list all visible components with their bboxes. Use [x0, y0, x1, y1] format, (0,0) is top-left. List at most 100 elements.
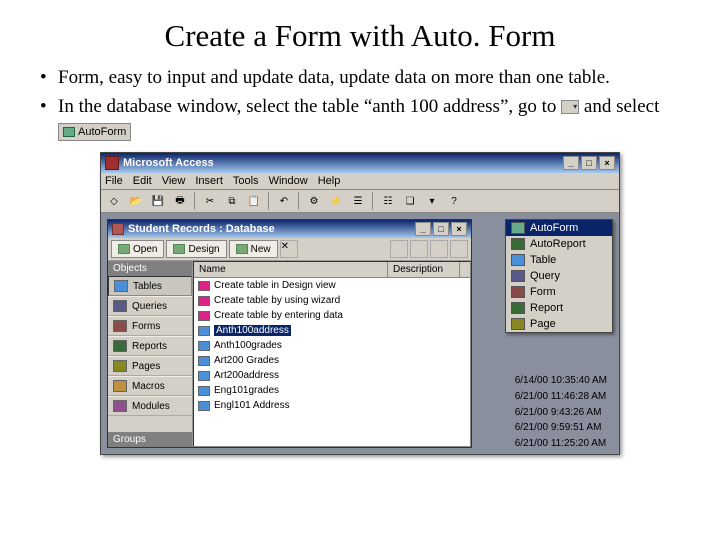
col-name[interactable]: Name [194, 262, 388, 277]
table-row[interactable]: Engl101 Address [194, 398, 470, 413]
table-row[interactable]: Create table in Design view [194, 278, 470, 293]
row-label: Create table by entering data [214, 310, 343, 321]
row-label: Art200 Grades [214, 355, 279, 366]
db-maximize-button[interactable]: □ [433, 222, 449, 236]
dropdown-label: Table [530, 254, 556, 266]
autoform-inline-button: AutoForm [58, 123, 131, 141]
dropdown-item-report[interactable]: Report [506, 300, 612, 316]
modified-date: 6/21/00 11:46:28 AM [515, 389, 607, 405]
dropdown-item-autoform[interactable]: AutoForm [506, 220, 612, 236]
toolbar-sep [194, 192, 196, 210]
autoform-inline-label: AutoForm [78, 126, 126, 138]
query-icon [511, 270, 525, 282]
form-icon [511, 286, 525, 298]
toolbar-help-icon[interactable]: ? [444, 192, 464, 210]
dropdown-label: AutoReport [530, 238, 586, 250]
pages-icon [113, 360, 127, 372]
sidebar-item-queries[interactable]: Queries [108, 296, 192, 316]
row-icon [198, 326, 210, 336]
toolbar-undo-icon[interactable]: ↶ [274, 192, 294, 210]
minimize-button[interactable]: _ [563, 156, 579, 170]
dropdown-item-autoreport[interactable]: AutoReport [506, 236, 612, 252]
row-icon [198, 281, 210, 291]
dropdown-item-table[interactable]: Table [506, 252, 612, 268]
menu-help[interactable]: Help [318, 175, 341, 187]
table-row[interactable]: Anth100address [194, 323, 470, 338]
row-icon [198, 296, 210, 306]
modified-date: 6/21/00 9:43:26 AM [515, 405, 607, 421]
db-minimize-button[interactable]: _ [415, 222, 431, 236]
db-open-button[interactable]: Open [111, 240, 164, 258]
db-new-button[interactable]: New [229, 240, 278, 258]
toolbar-analyze-icon[interactable]: ⚡ [326, 192, 346, 210]
sidebar-item-pages[interactable]: Pages [108, 356, 192, 376]
row-icon [198, 401, 210, 411]
toolbar-save-icon[interactable]: 💾 [148, 192, 168, 210]
toolbar-code-icon[interactable]: ❏ [400, 192, 420, 210]
col-desc[interactable]: Description [388, 262, 460, 277]
modified-date: 6/14/00 10:35:40 AM [515, 373, 607, 389]
sidebar-item-forms[interactable]: Forms [108, 316, 192, 336]
menu-window[interactable]: Window [269, 175, 308, 187]
toolbar-paste-icon[interactable]: 📋 [244, 192, 264, 210]
row-icon [198, 311, 210, 321]
toolbar-rel-icon[interactable]: ☰ [348, 192, 368, 210]
new-icon [236, 244, 248, 254]
close-button[interactable]: × [599, 156, 615, 170]
toolbar-print-icon[interactable]: 🖶 [170, 192, 190, 210]
menu-insert[interactable]: Insert [195, 175, 223, 187]
toolbar-sep4 [372, 192, 374, 210]
sidebar-item-tables[interactable]: Tables [108, 276, 192, 296]
row-label: Create table in Design view [214, 280, 336, 291]
menu-view[interactable]: View [162, 175, 186, 187]
menu-tools[interactable]: Tools [233, 175, 259, 187]
sidebar-header: Objects [108, 261, 192, 276]
row-label: Anth100address [214, 325, 291, 336]
toolbar-copy-icon[interactable]: ⧉ [222, 192, 242, 210]
row-label: Art200address [214, 370, 279, 381]
menu-file[interactable]: File [105, 175, 123, 187]
sidebar-item-modules[interactable]: Modules [108, 396, 192, 416]
db-delete-button[interactable]: ✕ [280, 240, 298, 258]
maximize-button[interactable]: □ [581, 156, 597, 170]
table-row[interactable]: Eng101grades [194, 383, 470, 398]
table-row[interactable]: Art200address [194, 368, 470, 383]
table-row[interactable]: Art200 Grades [194, 353, 470, 368]
view-details[interactable] [450, 240, 468, 258]
database-window: Student Records : Database _ □ × Open De… [107, 219, 472, 448]
view-large-icons[interactable] [390, 240, 408, 258]
toolbar-new-icon[interactable]: ◇ [104, 192, 124, 210]
new-object-dropdown-icon [561, 100, 579, 114]
table-row[interactable]: Anth100grades [194, 338, 470, 353]
toolbar-open-icon[interactable]: 📂 [126, 192, 146, 210]
app-titlebar: Microsoft Access _ □ × [101, 153, 619, 173]
view-small-icons[interactable] [410, 240, 428, 258]
db-close-button[interactable]: × [451, 222, 467, 236]
table-row[interactable]: Create table by entering data [194, 308, 470, 323]
dropdown-item-page[interactable]: Page [506, 316, 612, 332]
dropdown-item-query[interactable]: Query [506, 268, 612, 284]
sidebar-item-reports[interactable]: Reports [108, 336, 192, 356]
dropdown-label: Form [530, 286, 556, 298]
view-list[interactable] [430, 240, 448, 258]
toolbar-cut-icon[interactable]: ✂ [200, 192, 220, 210]
slide-title: Create a Form with Auto. Form [18, 18, 702, 54]
tables-icon [114, 280, 128, 292]
autoform-icon [511, 222, 525, 234]
menu-edit[interactable]: Edit [133, 175, 152, 187]
toolbar-newobj-icon[interactable]: ▾ [422, 192, 442, 210]
sidebar-item-macros[interactable]: Macros [108, 376, 192, 396]
dropdown-item-form[interactable]: Form [506, 284, 612, 300]
report-icon [511, 302, 525, 314]
row-label: Anth100grades [214, 340, 282, 351]
modified-date: 6/21/00 11:25:20 AM [515, 436, 607, 452]
autoform-icon [63, 127, 75, 137]
bullet-2: In the database window, select the table… [58, 95, 702, 144]
objects-sidebar: Objects Tables Queries Forms Reports Pag… [108, 261, 193, 447]
access-window: Microsoft Access _ □ × File Edit View In… [100, 152, 620, 455]
db-design-button[interactable]: Design [166, 240, 226, 258]
toolbar-props-icon[interactable]: ☷ [378, 192, 398, 210]
toolbar-link-icon[interactable]: ⚙ [304, 192, 324, 210]
table-row[interactable]: Create table by using wizard [194, 293, 470, 308]
modified-dates-column: 6/14/00 10:35:40 AM6/21/00 11:46:28 AM6/… [515, 373, 607, 452]
